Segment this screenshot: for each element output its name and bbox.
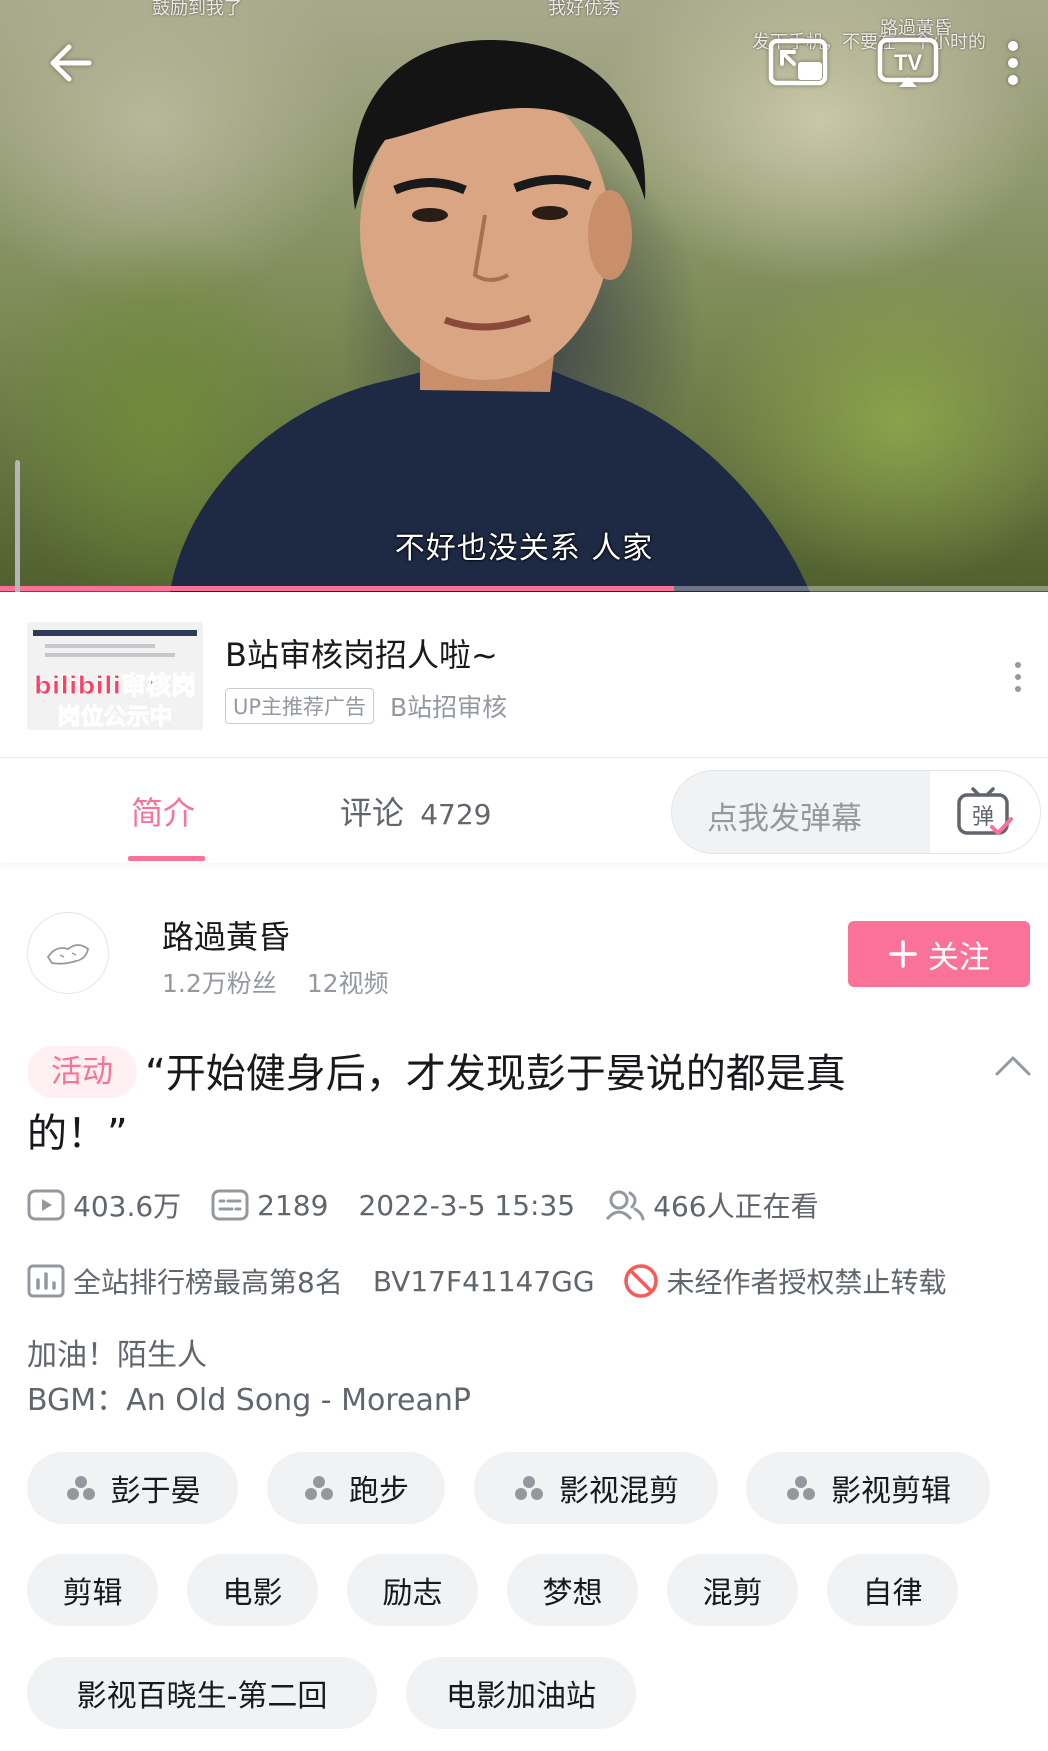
- topic-tag[interactable]: 影视混剪: [474, 1452, 718, 1524]
- video-progress-bar[interactable]: [0, 586, 1048, 591]
- topic-dots-icon: [787, 1476, 815, 1500]
- topic-dots-icon: [515, 1476, 543, 1500]
- collapse-button[interactable]: [993, 1050, 1033, 1080]
- topic-dots-icon: [305, 1476, 333, 1500]
- tab-comments-label: 评论: [340, 794, 405, 832]
- tab-bar: 简介 评论 4729 点我发弹幕 弹: [0, 758, 1048, 863]
- fans-count: 1.2万粉丝: [162, 969, 277, 998]
- danmaku-send-button[interactable]: 弹: [930, 771, 1040, 853]
- tv-cast-button[interactable]: TV: [873, 28, 943, 98]
- prohibited-icon: [623, 1264, 658, 1298]
- ad-thumbnail: bilibili审核岗 岗位公示中: [27, 622, 203, 730]
- video-tag[interactable]: 电影加油站: [406, 1657, 636, 1729]
- more-vertical-icon: [1008, 41, 1018, 85]
- danmaku-comment: 鼓励到我了: [152, 0, 242, 19]
- video-player[interactable]: 鼓励到我了 我好优秀 发下手机，不要在一个小时的 路過黃昏 不好也没关系 人家 …: [0, 0, 1048, 592]
- play-count-icon: [27, 1189, 65, 1221]
- plus-icon: [889, 940, 917, 968]
- danmaku-count-icon: [211, 1189, 249, 1221]
- follow-button[interactable]: 关注: [848, 921, 1030, 987]
- video-count: 12视频: [306, 969, 389, 998]
- comments-count: 4729: [420, 798, 492, 831]
- avatar[interactable]: [27, 912, 109, 994]
- topic-tag[interactable]: 彭于晏: [27, 1452, 238, 1524]
- tv-cast-icon: TV: [877, 37, 939, 87]
- video-title: 活动 “开始健身后，才发现彭于晏说的都是真的！”: [27, 1044, 927, 1164]
- video-subtitle: 不好也没关系 人家: [394, 531, 654, 566]
- uploader-name[interactable]: 路過黃昏: [162, 912, 290, 958]
- chevron-up-icon: [995, 1056, 1031, 1076]
- danmaku-count: 2189: [211, 1189, 328, 1222]
- watching-count: 466人正在看: [605, 1185, 819, 1225]
- video-description: BGM：An Old Song - MoreanP: [27, 1383, 471, 1418]
- picture-in-picture-icon: [768, 38, 828, 86]
- ad-source: B站招审核: [390, 693, 508, 722]
- video-progress-fill: [0, 586, 674, 591]
- tab-underline: [128, 856, 205, 861]
- video-tag[interactable]: 混剪: [667, 1554, 798, 1626]
- tab-comments[interactable]: 评论 4729: [340, 788, 491, 834]
- activity-tag[interactable]: 活动: [27, 1046, 137, 1098]
- copyright-notice: 未经作者授权禁止转载: [623, 1261, 947, 1301]
- video-tag[interactable]: 剪辑: [27, 1554, 158, 1626]
- danmaku-input[interactable]: 点我发弹幕 弹: [671, 770, 1041, 854]
- avatar-sketch-icon: [46, 944, 89, 965]
- video-tag[interactable]: 电影: [187, 1554, 318, 1626]
- topic-tag[interactable]: 影视剪辑: [746, 1452, 990, 1524]
- tab-intro[interactable]: 简介: [131, 788, 195, 834]
- player-more-button[interactable]: [983, 28, 1043, 98]
- uploader-stats: 1.2万粉丝 12视频: [162, 964, 389, 1000]
- video-tag[interactable]: 梦想: [507, 1554, 638, 1626]
- danmaku-comment: 我好优秀: [548, 0, 620, 19]
- danmaku-icon: 弹: [957, 787, 1013, 835]
- video-info-row: 全站排行榜最高第8名 BV17F41147GG 未经作者授权禁止转载: [27, 1261, 947, 1301]
- ad-thumbnail-text: 岗位公示中: [57, 704, 173, 731]
- video-stats-row: 403.6万 2189 2022-3-5 15:35 466人正在看: [27, 1185, 819, 1225]
- video-tag[interactable]: 自律: [827, 1554, 958, 1626]
- back-arrow-icon: [50, 44, 92, 82]
- publish-date: 2022-3-5 15:35: [358, 1188, 576, 1222]
- ad-card[interactable]: bilibili审核岗 岗位公示中 B站审核岗招人啦~ UP主推荐广告 B站招审…: [0, 592, 1048, 758]
- topic-dots-icon: [66, 1476, 95, 1500]
- more-vertical-icon: [1015, 662, 1021, 668]
- ranking-chart-icon: [27, 1264, 65, 1298]
- watching-people-icon: [605, 1190, 645, 1221]
- follow-label: 关注: [928, 939, 990, 976]
- bvid[interactable]: BV17F41147GG: [373, 1265, 595, 1298]
- svg-text:TV: TV: [894, 50, 922, 75]
- video-title-text: “开始健身后，才发现彭于晏说的都是真的！”: [27, 1051, 846, 1157]
- danmaku-input-placeholder: 点我发弹幕: [707, 801, 862, 837]
- ad-badge: UP主推荐广告: [225, 688, 375, 724]
- video-tag[interactable]: 影视百晓生-第二回: [27, 1657, 377, 1729]
- back-button[interactable]: [36, 28, 106, 98]
- topic-tag[interactable]: 跑步: [267, 1452, 445, 1524]
- ad-more-button[interactable]: [1000, 652, 1036, 702]
- rank-link[interactable]: 全站排行榜最高第8名: [27, 1261, 343, 1301]
- video-description: 加油！陌生人: [27, 1338, 207, 1373]
- pip-button[interactable]: [763, 28, 833, 98]
- ad-title: B站审核岗招人啦~: [225, 636, 498, 674]
- video-tag[interactable]: 励志: [347, 1554, 478, 1626]
- video-frame: [170, 40, 810, 592]
- view-count: 403.6万: [27, 1185, 181, 1225]
